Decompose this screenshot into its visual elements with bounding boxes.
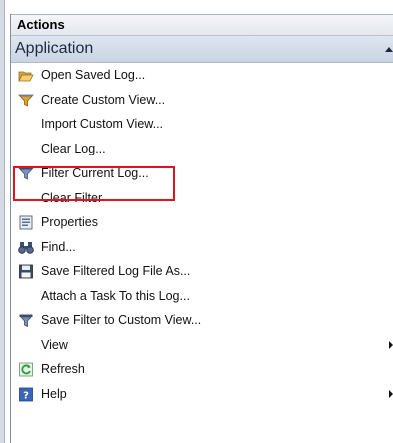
window-left-divider [4,0,5,443]
section-header-application[interactable]: Application [11,36,393,63]
chevron-up-icon[interactable] [385,47,393,52]
action-help[interactable]: ? Help [11,382,393,407]
action-save-filtered-log-file-as[interactable]: Save Filtered Log File As... [11,259,393,284]
action-refresh[interactable]: Refresh [11,357,393,382]
folder-open-icon [18,68,34,83]
chevron-right-icon [389,340,393,349]
action-label: Open Saved Log... [41,68,146,82]
action-save-filter-to-custom-view[interactable]: Save Filter to Custom View... [11,308,393,333]
action-label: Clear Filter [41,190,103,205]
filter-icon [18,166,34,181]
action-label: Save Filtered Log File As... [41,264,191,278]
action-open-saved-log[interactable]: Open Saved Log... [11,63,393,88]
action-label: Help [41,386,67,401]
properties-icon [18,215,34,230]
binoculars-icon [18,240,34,255]
help-icon: ? [18,387,34,402]
refresh-icon [18,362,34,377]
action-filter-current-log[interactable]: Filter Current Log... [11,161,393,186]
section-title: Application [15,40,94,57]
actions-list: Open Saved Log... Create Custom View... … [11,63,393,406]
action-clear-filter[interactable]: Clear Filter [11,186,393,211]
action-label: View [41,337,68,352]
action-import-custom-view[interactable]: Import Custom View... [11,112,393,137]
action-label: Create Custom View... [41,92,166,107]
svg-text:?: ? [23,390,29,401]
action-clear-log[interactable]: Clear Log... [11,137,393,162]
save-filter-icon [18,313,34,328]
action-label: Filter Current Log... [41,166,149,180]
filter-icon [18,93,34,108]
action-label: Import Custom View... [41,117,164,131]
action-view[interactable]: View [11,333,393,358]
action-label: Attach a Task To this Log... [41,288,190,303]
chevron-right-icon [389,389,393,398]
action-create-custom-view[interactable]: Create Custom View... [11,88,393,113]
action-attach-task[interactable]: Attach a Task To this Log... [11,284,393,309]
action-properties[interactable]: Properties [11,210,393,235]
actions-pane-title: Actions [11,14,393,36]
action-label: Clear Log... [41,141,106,155]
action-label: Save Filter to Custom View... [41,313,202,327]
save-icon [18,264,34,279]
action-label: Refresh [41,362,85,376]
action-find[interactable]: Find... [11,235,393,260]
actions-pane: Actions Application Open Saved Log... Cr… [10,14,393,443]
action-label: Properties [41,215,98,229]
action-label: Find... [41,239,76,254]
